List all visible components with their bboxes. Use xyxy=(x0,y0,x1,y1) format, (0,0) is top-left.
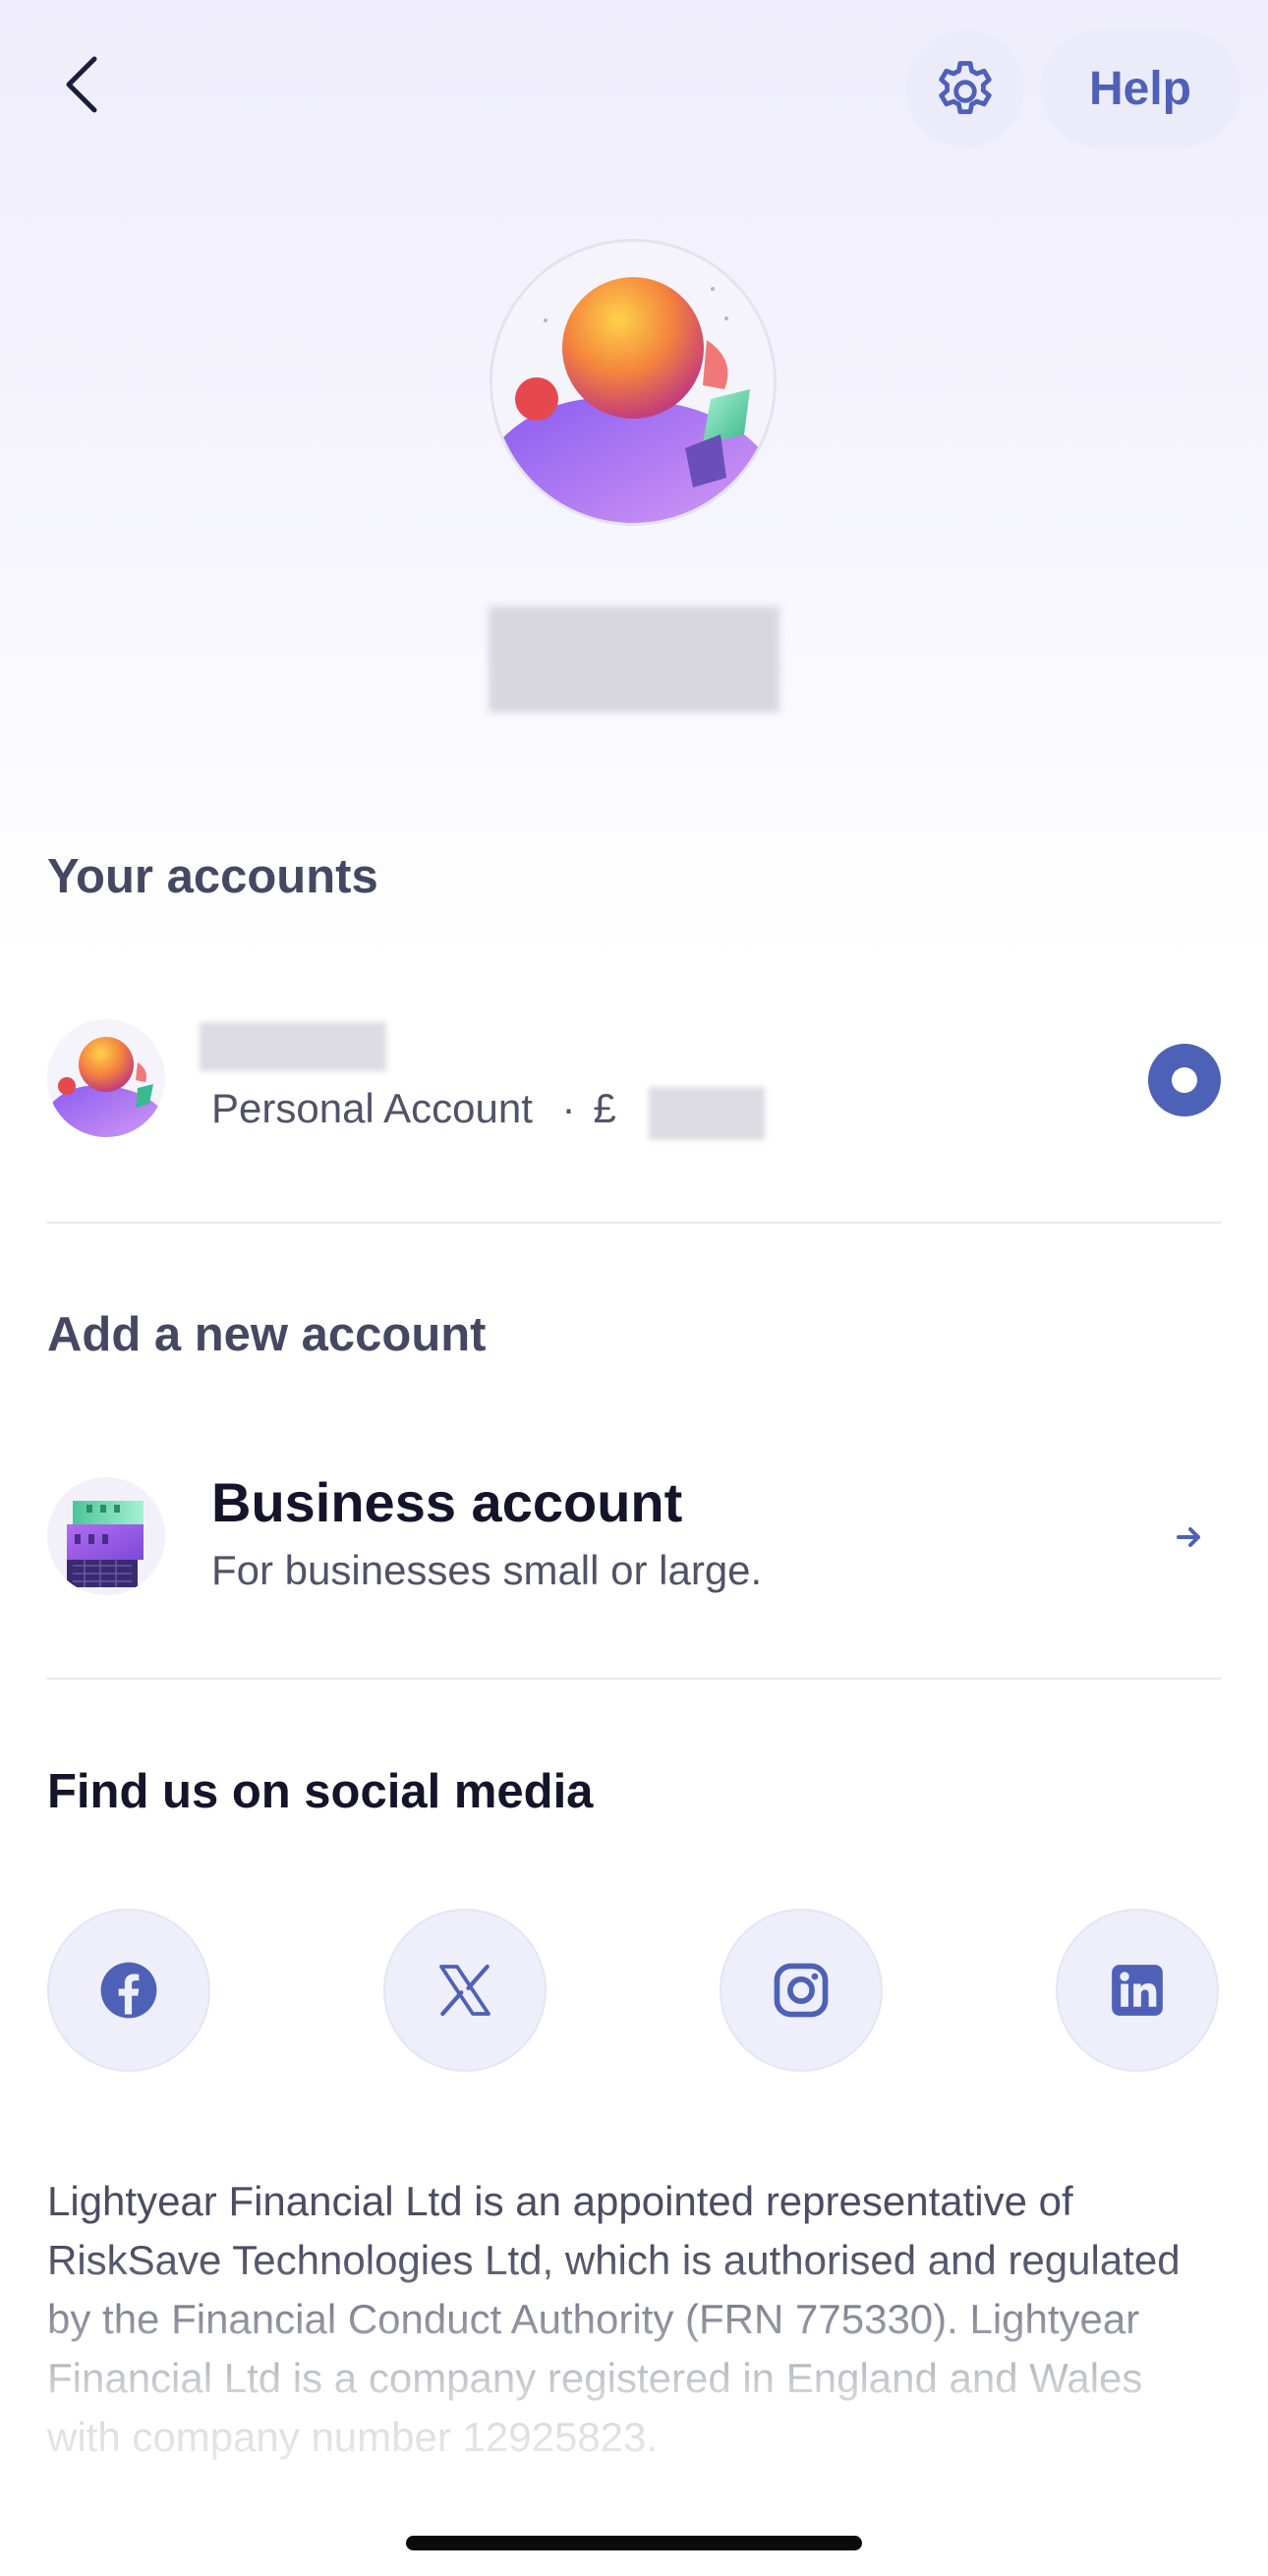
gear-icon xyxy=(939,61,992,115)
profile-name-redacted xyxy=(489,606,779,713)
instagram-icon xyxy=(774,1963,829,2018)
account-balance-redacted xyxy=(649,1087,765,1140)
home-indicator[interactable] xyxy=(406,2536,862,2550)
account-avatar xyxy=(47,1019,165,1137)
divider xyxy=(47,1678,1221,1680)
instagram-button[interactable] xyxy=(720,1909,883,2072)
linkedin-icon xyxy=(1112,1965,1163,2016)
business-building-illustration xyxy=(47,1477,165,1595)
business-account-title: Business account xyxy=(211,1471,683,1533)
your-accounts-heading: Your accounts xyxy=(47,850,378,903)
business-account-arrow[interactable] xyxy=(1166,1514,1213,1561)
x-button[interactable] xyxy=(383,1909,547,2072)
account-type-label: Personal Account xyxy=(211,1085,533,1131)
social-heading: Find us on social media xyxy=(47,1765,594,1818)
avatar-illustration xyxy=(47,1019,165,1137)
legal-disclaimer: Lightyear Financial Ltd is an appointed … xyxy=(47,2178,1181,2460)
settings-button[interactable] xyxy=(906,29,1024,147)
account-subtitle: Personal Account · £ xyxy=(211,1085,616,1132)
facebook-button[interactable] xyxy=(47,1909,210,2072)
profile-avatar[interactable] xyxy=(490,239,777,526)
account-name-redacted xyxy=(200,1022,386,1071)
profile-screen: Help Your accounts Personal Account · £ … xyxy=(0,0,1268,2576)
currency-symbol: £ xyxy=(593,1085,616,1131)
account-selected-radio[interactable] xyxy=(1148,1044,1221,1116)
add-account-heading: Add a new account xyxy=(47,1308,487,1361)
facebook-icon xyxy=(100,1962,157,2019)
back-button[interactable] xyxy=(47,47,114,122)
radio-dot xyxy=(1172,1067,1197,1093)
divider xyxy=(47,1222,1221,1224)
business-icon xyxy=(47,1477,165,1595)
business-account-description: For businesses small or large. xyxy=(211,1547,763,1593)
arrow-right-icon xyxy=(1177,1527,1200,1547)
chevron-left-icon xyxy=(66,56,97,113)
help-button[interactable]: Help xyxy=(1040,29,1240,147)
separator-dot: · xyxy=(561,1085,576,1131)
linkedin-button[interactable] xyxy=(1056,1909,1219,2072)
x-icon xyxy=(439,1964,490,2017)
avatar-illustration xyxy=(492,242,774,523)
